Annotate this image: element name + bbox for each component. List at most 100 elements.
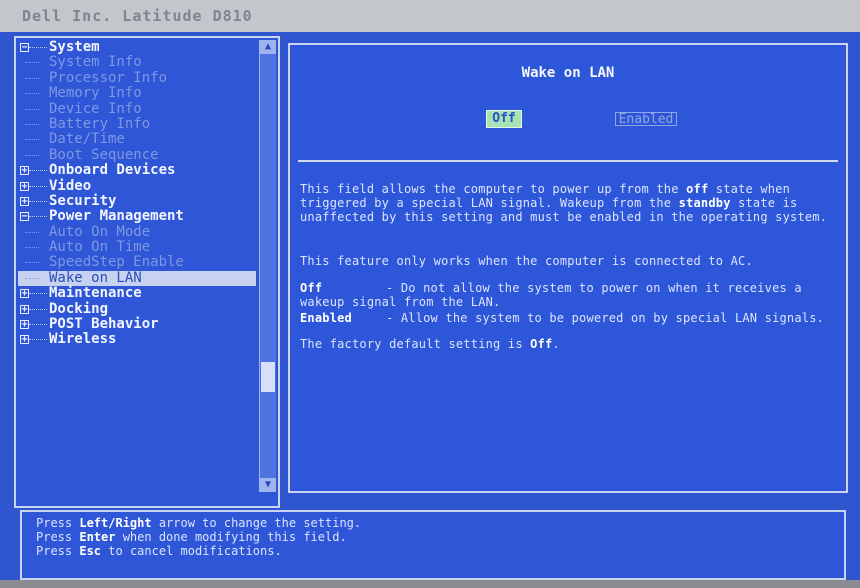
tree-item[interactable]: Device Info (18, 100, 258, 117)
tree-item-label: Device Info (49, 100, 142, 117)
scroll-up-arrow-icon[interactable]: ▲ (260, 40, 276, 54)
tree-category[interactable]: + Onboard Devices (18, 162, 258, 179)
tree-category[interactable]: + Docking (18, 300, 258, 317)
description-text: This field allows the computer to power … (300, 182, 687, 196)
tree-item-label: Power Management (49, 208, 184, 225)
keyword-off: off (686, 182, 709, 196)
tree-item-label: Wake on LAN (49, 269, 142, 286)
tree-connector (25, 77, 39, 79)
tree-connector (25, 231, 39, 233)
expand-icon[interactable]: + (20, 320, 29, 330)
help-key-left-right: Left/Right (79, 516, 152, 530)
tree-connector (29, 185, 47, 187)
tree-connector (25, 93, 39, 95)
help-text: when done modifying this field. (115, 530, 347, 544)
expand-icon[interactable]: + (20, 196, 29, 206)
tree-item-label: System (49, 39, 100, 55)
expand-icon[interactable]: + (20, 181, 29, 191)
off-term: Off (300, 281, 323, 295)
tree-item[interactable]: Auto On Mode (18, 224, 258, 240)
tree-item-label: Onboard Devices (49, 162, 176, 179)
tree-item[interactable]: Auto On Time (18, 239, 258, 256)
help-line-2: Press Enter when done modifying this fie… (36, 530, 830, 544)
scroll-down-arrow-icon[interactable]: ▼ (260, 478, 276, 492)
setup-tree-panel: − System System Info Processor Info Memory I… (14, 36, 280, 508)
tree-item[interactable]: Battery Info (18, 116, 258, 132)
description-ac-note: This feature only works when the compute… (300, 254, 753, 268)
tree-connector (29, 339, 47, 341)
tree-category[interactable]: + Wireless (18, 332, 258, 347)
tree-item-label: Video (49, 177, 92, 194)
enabled-description: - Allow the system to be powered on by s… (386, 311, 825, 325)
tree-item-label: Docking (49, 300, 109, 317)
tree-item-label: Processor Info (49, 69, 168, 86)
option-enabled-button[interactable]: Enabled (615, 112, 677, 127)
tree-item-label: Maintenance (49, 285, 142, 302)
description-main: This field allows the computer to power … (300, 182, 836, 224)
tree-connector (29, 170, 47, 172)
monitor-bezel (0, 580, 860, 588)
tree-item-label: POST Behavior (49, 316, 159, 333)
help-key-esc: Esc (79, 544, 102, 558)
help-text: Press (36, 516, 80, 530)
setting-title: Wake on LAN (521, 65, 615, 81)
help-text: to cancel modifications. (101, 544, 282, 558)
tree-item-label: System Info (49, 54, 142, 71)
tree-connector (29, 308, 47, 310)
help-line-1: Press Left/Right arrow to change the set… (36, 516, 830, 530)
tree-item-label: Date/Time (49, 131, 125, 148)
enabled-term: Enabled (300, 311, 352, 325)
tree-item-label: Memory Info (49, 85, 142, 102)
help-text: Press (36, 530, 80, 544)
default-value: Off (530, 337, 553, 351)
tree-connector (25, 262, 39, 264)
help-area: Press Left/Right arrow to change the set… (20, 510, 846, 580)
tree-category[interactable]: − Power Management (18, 209, 258, 224)
tree-category[interactable]: − System (18, 39, 258, 55)
tree-connector (29, 200, 47, 202)
description-default: The factory default setting is Off. (300, 337, 836, 351)
tree-item-label: SpeedStep Enable (49, 254, 184, 271)
help-line-3: Press Esc to cancel modifications. (36, 544, 830, 558)
tree-item-label: Wireless (49, 331, 117, 348)
help-text: arrow to change the setting. (151, 516, 362, 530)
tree-item[interactable]: Date/Time (18, 132, 258, 147)
tree-item[interactable]: Boot Sequence (18, 147, 258, 163)
tree-item[interactable]: System Info (18, 55, 258, 70)
tree-item[interactable]: Memory Info (18, 85, 258, 102)
collapse-icon[interactable]: − (20, 212, 29, 222)
help-text: Press (36, 544, 80, 558)
keyword-standby: standby (678, 196, 731, 210)
tree-item[interactable]: Processor Info (18, 69, 258, 86)
expand-icon[interactable]: + (20, 335, 29, 345)
tree-item[interactable]: Wake on LAN (18, 269, 256, 287)
tree-item[interactable]: SpeedStep Enable (18, 255, 258, 270)
tree-connector (25, 62, 39, 64)
tree-connector (29, 293, 47, 295)
expand-icon[interactable]: + (20, 166, 29, 176)
tree-category[interactable]: + Video (18, 177, 258, 194)
tree-category[interactable]: + Maintenance (18, 286, 258, 301)
tree-connector (29, 47, 47, 48)
tree-scrollbar[interactable]: ▲ ▼ (259, 40, 276, 492)
default-suffix: . (552, 337, 560, 351)
tree-item-label: Security (49, 192, 117, 209)
option-off-button[interactable]: Off (486, 110, 522, 128)
setup-tree: − System System Info Processor Info Memory I… (18, 39, 258, 348)
collapse-icon[interactable]: − (20, 43, 29, 53)
tree-category[interactable]: + Security (18, 192, 258, 209)
scroll-thumb[interactable] (261, 362, 275, 392)
tree-connector (25, 139, 39, 141)
window-title: Dell Inc. Latitude D810 (0, 0, 860, 32)
default-prefix: The factory default setting is (300, 337, 531, 351)
tree-connector (25, 123, 39, 125)
tree-connector (25, 108, 39, 110)
tree-category[interactable]: + POST Behavior (18, 316, 258, 333)
expand-icon[interactable]: + (20, 289, 29, 299)
expand-icon[interactable]: + (20, 304, 29, 314)
tree-connector (25, 277, 39, 279)
tree-connector (29, 324, 47, 326)
tree-item-label: Auto On Time (49, 239, 151, 256)
tree-connector (25, 247, 39, 249)
setting-detail-panel: Wake on LAN Off Enabled This field allow… (288, 43, 848, 493)
